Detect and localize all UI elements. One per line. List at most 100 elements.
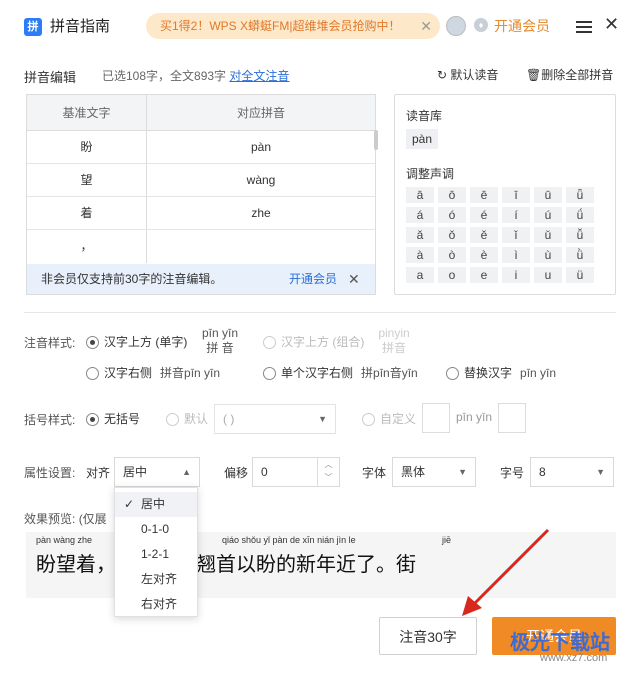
style-option-above-combined[interactable]: 汉字上方 (组合) [263, 333, 364, 350]
align-select[interactable]: 居中 ▲ [114, 457, 200, 487]
annotate-button[interactable]: 注音30字 [379, 617, 477, 655]
bracket-default-option[interactable]: 默认 [166, 410, 208, 427]
font-select[interactable]: 黑体 ▼ [392, 457, 476, 487]
style-option-replace[interactable]: 替换汉字 pīn yīn [446, 364, 556, 381]
stepper-arrows[interactable]: ︿ ﹀ [317, 458, 339, 486]
tone-button[interactable]: ò [438, 247, 466, 263]
tone-button[interactable]: ū [534, 187, 562, 203]
dropdown-item-label: 右对齐 [141, 597, 178, 611]
cell-pinyin[interactable]: pàn [147, 131, 375, 163]
style-option-each-right[interactable]: 单个汉字右侧 拼pīn音yīn [263, 364, 418, 381]
dropdown-item-label: 左对齐 [141, 572, 178, 586]
tone-button[interactable]: ù [534, 247, 562, 263]
tone-button[interactable]: ē [470, 187, 498, 203]
tone-button[interactable]: ú [534, 207, 562, 223]
library-chip[interactable]: pàn [406, 129, 439, 149]
open-vip-link[interactable]: 开通会员 [494, 16, 550, 36]
default-reading-button[interactable]: ↻ 默认读音 [437, 66, 498, 83]
summary-text: 已选108字，全文893字 [102, 69, 227, 83]
style-option-above-single[interactable]: 汉字上方 (单字) [86, 333, 187, 350]
dropdown-item[interactable]: 0-1-0 [115, 517, 197, 542]
editor-heading: 拼音编辑 [24, 70, 77, 85]
delete-all-label: 删除全部拼音 [541, 68, 614, 82]
radio[interactable] [446, 367, 459, 381]
size-select[interactable]: 8 ▼ [530, 457, 614, 487]
close-icon[interactable]: ✕ [420, 13, 432, 39]
example-hanzi: 拼音 [381, 341, 406, 355]
dropdown-item[interactable]: ✓ 居中 [115, 492, 197, 517]
bracket-none-option[interactable]: 无括号 [86, 410, 140, 427]
tone-button[interactable]: o [438, 267, 466, 283]
bracket-default-select[interactable]: ( ) ▼ [214, 404, 336, 434]
tone-button[interactable]: é [470, 207, 498, 223]
tone-button[interactable]: a [406, 267, 434, 283]
avatar[interactable] [446, 16, 466, 36]
radio[interactable] [263, 336, 276, 350]
notice-close-icon[interactable]: ✕ [348, 264, 360, 294]
radio-checked[interactable] [86, 336, 99, 350]
font-label: 字体 [362, 466, 387, 480]
tone-button[interactable]: á [406, 207, 434, 223]
tone-button[interactable]: ǐ [502, 227, 530, 243]
dropdown-item[interactable]: 1-2-1 [115, 542, 197, 567]
option-example: pīn yīn [520, 366, 557, 380]
cell-pinyin[interactable]: wàng [147, 164, 375, 196]
tone-button[interactable]: ǔ [534, 227, 562, 243]
bracket-label: 括号样式: [24, 413, 76, 427]
radio[interactable] [263, 367, 276, 381]
tone-button[interactable]: ü [566, 267, 594, 283]
member-notice: 非会员仅支持前30字的注音编辑。 开通会员 ✕ [27, 264, 375, 294]
tone-button[interactable]: i [502, 267, 530, 283]
style-option-right[interactable]: 汉字右侧 拼音pīn yīn [86, 364, 220, 381]
radio[interactable] [86, 367, 99, 381]
bracket-example: pīn yīn [456, 410, 493, 424]
tone-button[interactable]: ǚ [566, 227, 594, 243]
radio[interactable] [166, 413, 179, 427]
tone-button[interactable]: ě [470, 227, 498, 243]
tone-button[interactable]: ó [438, 207, 466, 223]
tone-button[interactable]: e [470, 267, 498, 283]
tone-button[interactable]: ǜ [566, 247, 594, 263]
tone-button[interactable]: ǒ [438, 227, 466, 243]
radio[interactable] [362, 413, 375, 427]
tone-button[interactable]: ā [406, 187, 434, 203]
table-row[interactable]: 望 wàng [27, 164, 375, 197]
option-label: 汉字右侧 [104, 366, 153, 380]
annotate-all-link[interactable]: 对全文注音 [229, 69, 289, 83]
size-label: 字号 [500, 466, 525, 480]
vip-icon: ♦ [474, 18, 488, 32]
window-close-icon[interactable]: ✕ [604, 14, 619, 35]
promo-banner[interactable]: 买1得2！WPS X蟒蜓FM|超维堆会员抢购中！ ✕ [146, 13, 440, 39]
notice-open-vip-link[interactable]: 开通会员 [289, 264, 337, 294]
menu-icon[interactable] [576, 18, 592, 34]
tone-button[interactable]: ǖ [566, 187, 594, 203]
chevron-down-icon: ▼ [318, 414, 327, 424]
option-label: 默认 [184, 412, 209, 426]
tone-button[interactable]: ǎ [406, 227, 434, 243]
tone-button[interactable]: ì [502, 247, 530, 263]
bracket-right-input[interactable] [498, 403, 526, 433]
col-pinyin: 对应拼音 [236, 106, 285, 120]
tone-button[interactable]: ǘ [566, 207, 594, 223]
tone-button[interactable]: à [406, 247, 434, 263]
offset-stepper[interactable]: 0 ︿ ﹀ [252, 457, 340, 487]
bracket-left-input[interactable] [422, 403, 450, 433]
table-scrollbar[interactable] [374, 130, 378, 150]
notice-text: 非会员仅支持前30字的注音编辑。 [41, 272, 223, 286]
table-row[interactable]: 着 zhe [27, 197, 375, 230]
preview-label-text: 效果预览: [24, 512, 76, 526]
table-row[interactable]: ， [27, 230, 375, 263]
delete-all-button[interactable]: 🗑删除全部拼音 [526, 66, 613, 83]
tone-button[interactable]: í [502, 207, 530, 223]
tone-button[interactable]: è [470, 247, 498, 263]
tone-button[interactable]: ī [502, 187, 530, 203]
tone-button[interactable]: ō [438, 187, 466, 203]
bracket-custom-option[interactable]: 自定义 [362, 410, 416, 427]
dropdown-item[interactable]: 右对齐 [115, 592, 197, 617]
dropdown-item[interactable]: 左对齐 [115, 567, 197, 592]
radio-checked[interactable] [86, 413, 99, 427]
table-row[interactable]: 盼 pàn [27, 131, 375, 164]
cell-pinyin[interactable] [147, 230, 375, 263]
cell-pinyin[interactable]: zhe [147, 197, 375, 229]
tone-button[interactable]: u [534, 267, 562, 283]
